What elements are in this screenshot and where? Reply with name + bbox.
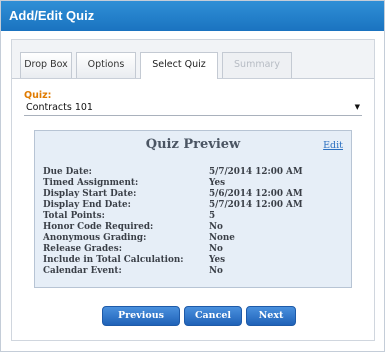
- dialog-title: Add/Edit Quiz: [9, 8, 95, 23]
- preview-row-anonymous-grading: Anonymous Grading: None: [43, 233, 343, 243]
- tab-options[interactable]: Options: [76, 52, 136, 78]
- add-edit-quiz-dialog: Add/Edit Quiz Drop Box Options Select Qu…: [0, 0, 385, 352]
- preview-row-label: Release Grades:: [43, 244, 122, 254]
- quiz-preview-title: Quiz Preview: [145, 137, 241, 152]
- preview-row-calendar-event: Calendar Event: No: [43, 266, 343, 276]
- quiz-select-value: Contracts 101: [26, 102, 93, 113]
- quiz-preview-panel: Quiz Preview Edit Due Date: 5/7/2014 12:…: [34, 130, 352, 288]
- preview-row-value: 5: [209, 211, 216, 221]
- preview-row-label: Display Start Date:: [43, 189, 137, 199]
- preview-row-label: Anonymous Grading:: [43, 233, 147, 243]
- edit-link[interactable]: Edit: [323, 140, 343, 151]
- preview-row-value: No: [209, 222, 223, 232]
- preview-row-due-date: Due Date: 5/7/2014 12:00 AM: [43, 167, 343, 177]
- preview-row-value: Yes: [209, 178, 226, 188]
- tab-summary: Summary: [222, 52, 292, 78]
- dialog-button-row: Previous Cancel Next: [12, 306, 374, 330]
- preview-row-value: 5/6/2014 12:00 AM: [209, 189, 303, 199]
- preview-row-honor-code: Honor Code Required: No: [43, 222, 343, 232]
- chevron-down-icon[interactable]: ▼: [355, 103, 360, 111]
- dialog-content: Drop Box Options Select Quiz Summary Qui…: [11, 39, 375, 341]
- preview-row-label: Display End Date:: [43, 200, 131, 210]
- tab-drop-box[interactable]: Drop Box: [20, 52, 72, 78]
- preview-row-label: Timed Assignment:: [43, 178, 139, 188]
- preview-row-timed-assignment: Timed Assignment: Yes: [43, 178, 343, 188]
- preview-row-value: 5/7/2014 12:00 AM: [209, 200, 303, 210]
- preview-row-value: None: [209, 233, 235, 243]
- quiz-field-label: Quiz:: [24, 90, 52, 101]
- next-button[interactable]: Next: [246, 306, 296, 326]
- preview-row-total-points: Total Points: 5: [43, 211, 343, 221]
- preview-row-label: Total Points:: [43, 211, 105, 221]
- preview-row-display-start-date: Display Start Date: 5/6/2014 12:00 AM: [43, 189, 343, 199]
- quiz-select[interactable]: Contracts 101 ▼: [24, 101, 362, 116]
- dialog-title-bar: Add/Edit Quiz: [1, 1, 384, 31]
- tab-bar: Drop Box Options Select Quiz Summary: [12, 40, 374, 79]
- preview-row-label: Calendar Event:: [43, 266, 122, 276]
- preview-row-include-total: Include in Total Calculation: Yes: [43, 255, 343, 265]
- preview-row-label: Due Date:: [43, 167, 92, 177]
- previous-button[interactable]: Previous: [102, 306, 180, 326]
- cancel-button[interactable]: Cancel: [184, 306, 242, 326]
- preview-row-value: Yes: [209, 255, 226, 265]
- preview-row-value: 5/7/2014 12:00 AM: [209, 167, 303, 177]
- preview-row-label: Honor Code Required:: [43, 222, 154, 232]
- preview-row-release-grades: Release Grades: No: [43, 244, 343, 254]
- preview-row-value: No: [209, 266, 223, 276]
- preview-row-label: Include in Total Calculation:: [43, 255, 184, 265]
- preview-row-display-end-date: Display End Date: 5/7/2014 12:00 AM: [43, 200, 343, 210]
- preview-row-value: No: [209, 244, 223, 254]
- tab-select-quiz[interactable]: Select Quiz: [140, 52, 218, 79]
